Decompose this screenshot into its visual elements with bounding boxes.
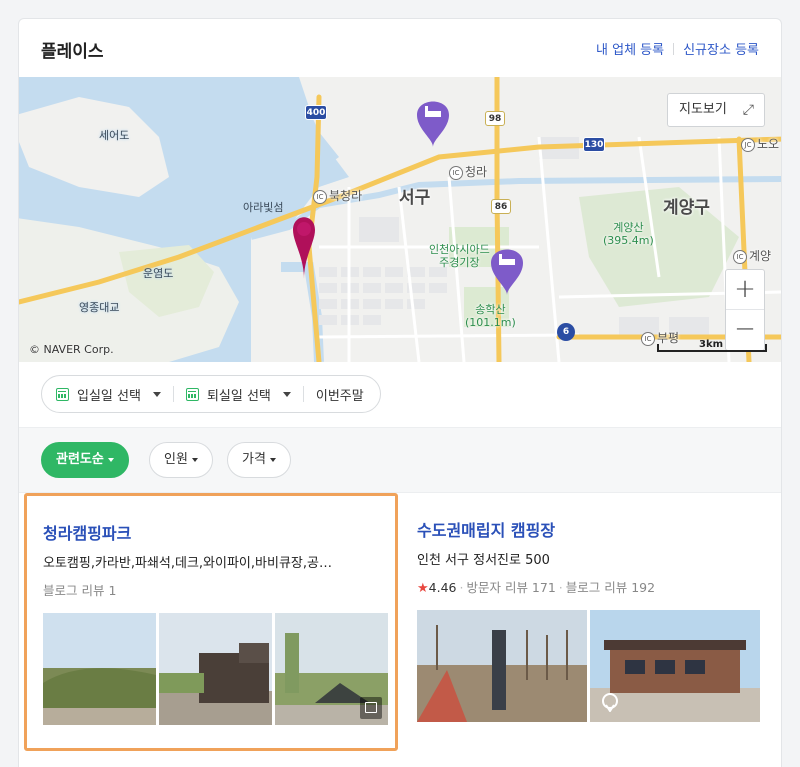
filter-divider xyxy=(302,386,304,402)
map-view[interactable]: 세어도 아라빛섬 운염도 영종대교 서구 계양구 IC 청라 IC 북청라 IC 부평… xyxy=(19,77,781,362)
photo-strip xyxy=(417,610,763,722)
checkin-date-select[interactable]: 입실일 선택 xyxy=(56,385,161,404)
checkout-date-select[interactable]: 퇴실일 선택 xyxy=(185,385,291,404)
zoom-control: + − xyxy=(725,269,765,351)
place-photo[interactable] xyxy=(417,610,587,722)
route-98-shield: 98 xyxy=(485,111,505,126)
map-label-arabitseom: 아라빛섬 xyxy=(243,201,284,214)
place-description: 오토캠핑,카라반,파쇄석,데크,와이파이,바비큐장,공… xyxy=(43,556,332,571)
map-label-songhaksan: 송학산 (101.1m) xyxy=(465,303,516,329)
map-label-gyeyangsan: 계양산 (395.4m) xyxy=(603,221,654,247)
map-label-ic-cheongra: IC 청라 xyxy=(449,163,487,180)
place-photo[interactable] xyxy=(43,613,156,725)
chevron-down-icon xyxy=(152,391,161,397)
place-panel: 플레이스 내 업체 등록 신규장소 등록 세어도 아라빛섬 운염도 영종대교 서… xyxy=(18,18,782,767)
sort-relevance-chip[interactable]: 관련도순 xyxy=(41,442,129,478)
map-label-ic-gyeyang: IC 계양 xyxy=(733,247,771,264)
place-name-link[interactable]: 청라캠핑파크 xyxy=(43,520,131,544)
register-place-link[interactable]: 신규장소 등록 xyxy=(683,39,759,58)
people-filter-chip[interactable]: 인원 xyxy=(149,442,213,478)
star-icon: ★ xyxy=(417,581,429,596)
chevron-down-icon xyxy=(282,391,291,397)
map-label-gyeyanggu: 계양구 xyxy=(663,198,710,218)
route-400-shield: 400 xyxy=(305,105,327,120)
place-photo[interactable] xyxy=(159,613,272,725)
date-filter-bar: 입실일 선택 퇴실일 선택 이번주말 xyxy=(41,375,381,413)
place-photo[interactable] xyxy=(590,610,760,722)
map-credit: © NAVER Corp. xyxy=(29,343,114,356)
view-map-button[interactable]: 지도보기 ⤢ xyxy=(667,93,765,127)
gallery-icon xyxy=(360,697,382,719)
place-meta: 블로그 리뷰 1 xyxy=(43,583,117,598)
zoom-in-button[interactable]: + xyxy=(726,270,764,310)
place-card[interactable]: 수도권매립지 캠핑장 인천 서구 정서진로 500 ★4.46 · 방문자 리뷰 1… xyxy=(401,493,775,751)
map-label-seogu: 서구 xyxy=(399,188,431,208)
sort-bar: 관련도순 인원 가격 xyxy=(19,427,781,493)
route-130-shield: 130 xyxy=(583,137,605,152)
filter-divider xyxy=(172,386,174,402)
calendar-icon xyxy=(56,387,69,401)
header-links: 내 업체 등록 신규장소 등록 xyxy=(596,39,759,58)
blog-review-count[interactable]: 블로그 리뷰 192 xyxy=(566,580,655,595)
rating-value: 4.46 xyxy=(428,580,457,595)
visitor-review-count[interactable]: 방문자 리뷰 171 xyxy=(466,580,555,595)
location-pin-icon xyxy=(602,693,618,712)
map-label-ic-bukcheongra: IC 북청라 xyxy=(313,187,362,204)
place-name-link[interactable]: 수도권매립지 캠핑장 xyxy=(417,517,555,541)
price-filter-chip[interactable]: 가격 xyxy=(227,442,291,478)
place-card[interactable]: 청라캠핑파크 오토캠핑,카라반,파쇄석,데크,와이파이,바비큐장,공… 블로그 … xyxy=(24,493,398,751)
this-weekend-button[interactable]: 이번주말 xyxy=(316,385,364,404)
map-label-yeongjong-bridge: 영종대교 xyxy=(79,301,120,314)
place-address: 인천 서구 정서진로 500 xyxy=(417,553,550,568)
caret-down-icon xyxy=(191,457,198,462)
caret-down-icon xyxy=(107,457,114,462)
expand-icon: ⤢ xyxy=(742,102,754,118)
route-6-shield: 6 xyxy=(557,323,575,341)
place-meta: ★4.46 · 방문자 리뷰 171 · 블로그 리뷰 192 xyxy=(417,580,656,596)
map-label-seeodo: 세어도 xyxy=(99,129,130,142)
map-label-undo: 운염도 xyxy=(143,267,174,280)
place-header: 플레이스 내 업체 등록 신규장소 등록 xyxy=(19,19,781,77)
caret-down-icon xyxy=(269,457,276,462)
place-photo[interactable] xyxy=(275,613,388,725)
photo-strip xyxy=(43,613,391,725)
link-divider xyxy=(673,42,675,55)
map-label-incheon-asiad: 인천아시아드 주경기장 xyxy=(429,243,490,269)
map-scale-label: 3km xyxy=(699,339,724,350)
section-title: 플레이스 xyxy=(41,42,104,62)
register-business-link[interactable]: 내 업체 등록 xyxy=(596,39,664,58)
map-label-jc-noo: JC 노오 xyxy=(741,135,779,152)
route-86-shield: 86 xyxy=(491,199,511,214)
calendar-icon xyxy=(185,387,199,401)
